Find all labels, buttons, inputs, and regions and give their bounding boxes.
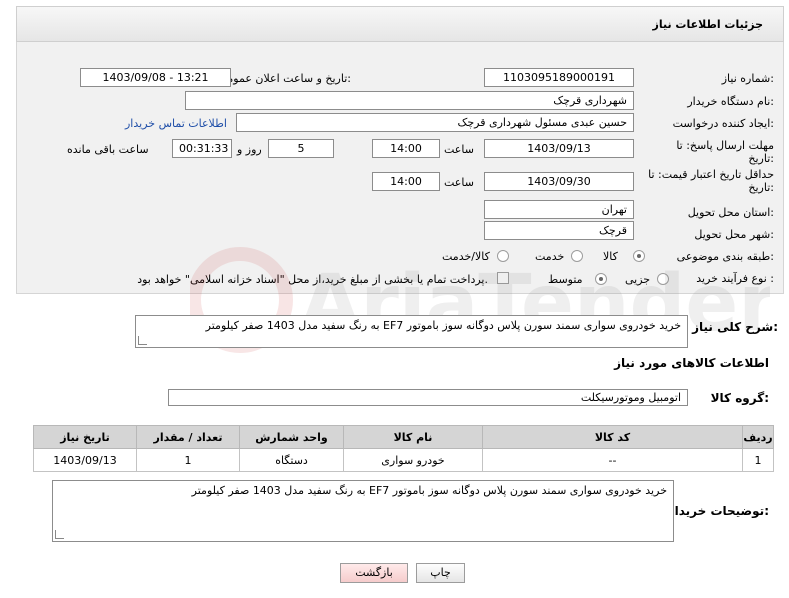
cell-row-number: 1 xyxy=(742,448,774,472)
goods-group-label: گروه کالا: xyxy=(710,391,769,405)
category-service-radio[interactable] xyxy=(571,250,583,262)
table-row[interactable]: 1403/09/13 1 دستگاه خودرو سواری -- 1 xyxy=(33,448,774,472)
goods-table-header: تاریخ نیاز تعداد / مقدار واحد شمارش نام … xyxy=(33,425,774,449)
requester-label: ایجاد کننده درخواست: xyxy=(672,117,774,130)
goods-section-title: اطلاعات کالاهای مورد نیاز xyxy=(614,356,769,370)
deadline-date-label: تاریخ: xyxy=(748,152,774,165)
city-label: شهر محل تحویل: xyxy=(694,228,774,241)
validity-date-field[interactable]: 1403/09/30 xyxy=(484,172,634,191)
days-remaining-field[interactable]: 5 xyxy=(268,139,334,158)
description-text: خرید خودروی سواری سمند سورن پلاس دوگانه … xyxy=(205,319,681,332)
category-goods-label: کالا xyxy=(603,250,618,263)
requester-field[interactable]: حسین عبدی مسئول شهرداری قرچک xyxy=(236,113,634,132)
process-minor-label: جزیی xyxy=(625,273,651,286)
description-label: شرح کلی نیاز: xyxy=(692,320,778,334)
category-goods-service-label: کالا/خدمت xyxy=(442,250,490,263)
panel-header: جزئیات اطلاعات نیاز xyxy=(16,6,784,42)
process-minor-radio[interactable] xyxy=(657,273,669,285)
col-unit: واحد شمارش xyxy=(239,425,344,449)
col-row-number: ردیف xyxy=(742,425,774,449)
deadline-label: مهلت ارسال پاسخ: تا xyxy=(676,139,774,152)
buyer-contact-link[interactable]: اطلاعات تماس خریدار xyxy=(125,117,227,130)
back-button[interactable]: بازگشت xyxy=(340,563,408,583)
buyer-notes-label: توضیحات خریدار: xyxy=(667,504,769,518)
announce-datetime-field[interactable]: 1403/09/08 - 13:21 xyxy=(80,68,231,87)
goods-table: تاریخ نیاز تعداد / مقدار واحد شمارش نام … xyxy=(33,425,774,472)
category-goods-service-radio[interactable] xyxy=(497,250,509,262)
goods-group-field[interactable]: اتومبیل وموتورسیکلت xyxy=(168,389,688,406)
need-number-field[interactable]: 1103095189000191 xyxy=(484,68,634,87)
buyer-notes-text: خرید خودروی سواری سمند سورن پلاس دوگانه … xyxy=(191,484,667,497)
process-medium-label: متوسط xyxy=(548,273,583,286)
validity-date-label: تاریخ: xyxy=(748,181,774,194)
buyer-org-label: نام دستگاه خریدار: xyxy=(687,95,774,108)
page-title: جزئیات اطلاعات نیاز xyxy=(652,18,764,31)
validity-label: حداقل تاریخ اعتبار قیمت: تا xyxy=(648,168,774,181)
category-goods-radio[interactable] xyxy=(633,250,645,262)
process-medium-radio[interactable] xyxy=(595,273,607,285)
deadline-date-field[interactable]: 1403/09/13 xyxy=(484,139,634,158)
remaining-time-label: ساعت باقی مانده xyxy=(67,143,149,156)
deadline-time-label: ساعت xyxy=(444,143,474,156)
category-label: طبقه بندی موضوعی: xyxy=(676,250,774,263)
province-label: استان محل تحویل: xyxy=(687,206,774,219)
buyer-org-field[interactable]: شهرداری قرچک xyxy=(185,91,634,110)
days-label: روز و xyxy=(237,143,262,156)
col-goods-code: کد کالا xyxy=(482,425,743,449)
city-field[interactable]: قرچک xyxy=(484,221,634,240)
category-service-label: خدمت xyxy=(535,250,565,263)
deadline-time-field[interactable]: 14:00 xyxy=(372,139,440,158)
need-number-label: شماره نیاز: xyxy=(721,72,774,85)
resize-handle[interactable] xyxy=(138,336,147,345)
validity-time-label: ساعت xyxy=(444,176,474,189)
cell-need-date: 1403/09/13 xyxy=(33,448,137,472)
col-quantity: تعداد / مقدار xyxy=(136,425,240,449)
print-button[interactable]: چاپ xyxy=(416,563,465,583)
cell-quantity: 1 xyxy=(136,448,240,472)
cell-unit: دستگاه xyxy=(239,448,344,472)
process-type-label: نوع فرآیند خرید : xyxy=(696,272,774,285)
col-goods-name: نام کالا xyxy=(343,425,483,449)
announce-label: تاریخ و ساعت اعلان عمومی: xyxy=(218,72,351,85)
buyer-notes-textarea[interactable]: خرید خودروی سواری سمند سورن پلاس دوگانه … xyxy=(52,480,674,542)
col-need-date: تاریخ نیاز xyxy=(33,425,137,449)
province-field[interactable]: تهران xyxy=(484,200,634,219)
cell-goods-code: -- xyxy=(482,448,743,472)
treasury-payment-note: پرداخت تمام یا بخشی از مبلغ خرید،از محل … xyxy=(137,273,488,286)
validity-time-field[interactable]: 14:00 xyxy=(372,172,440,191)
treasury-payment-checkbox[interactable] xyxy=(497,272,509,284)
cell-goods-name: خودرو سواری xyxy=(343,448,483,472)
resize-handle[interactable] xyxy=(55,530,64,539)
description-textarea[interactable]: خرید خودروی سواری سمند سورن پلاس دوگانه … xyxy=(135,315,688,348)
remaining-time-field[interactable]: 00:31:33 xyxy=(172,139,232,158)
